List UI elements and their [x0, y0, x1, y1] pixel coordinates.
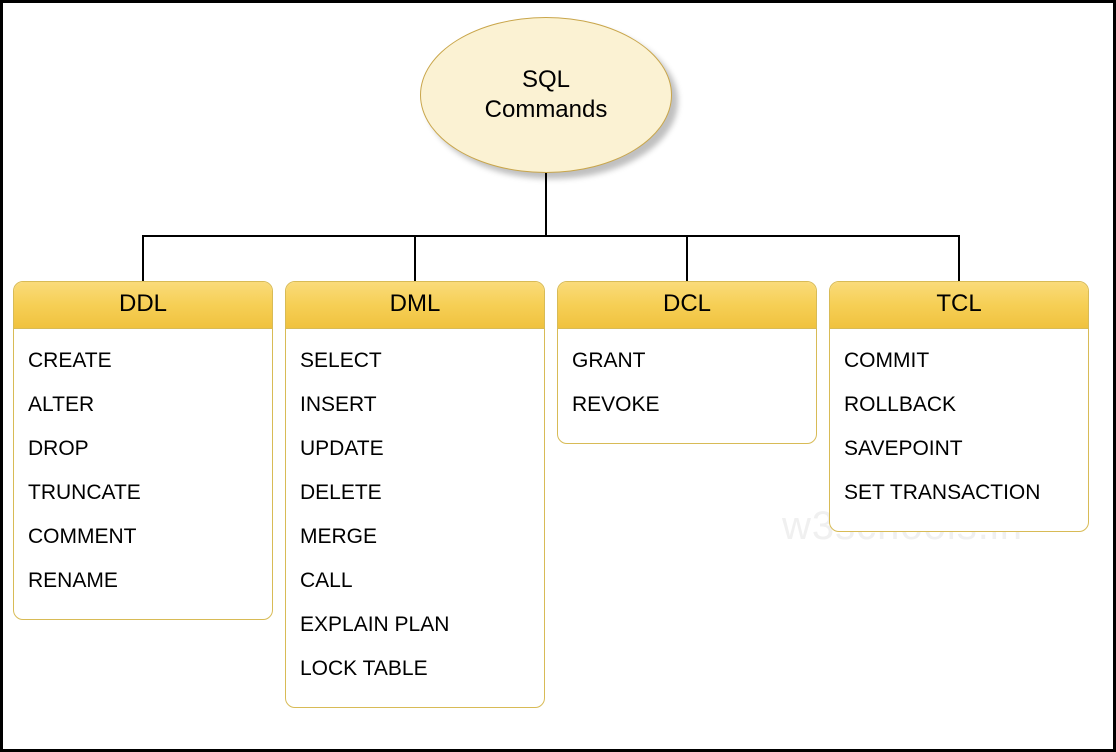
diagram-canvas: w3schools.in SQL Commands DDLCREATEALTER… — [0, 0, 1116, 752]
category-box: DCLGRANTREVOKE — [557, 281, 817, 444]
category-item: INSERT — [300, 383, 530, 427]
category-item: EXPLAIN PLAN — [300, 603, 530, 647]
connector-drop — [686, 235, 688, 281]
category-item: ROLLBACK — [844, 383, 1074, 427]
category-item: GRANT — [572, 339, 802, 383]
category-item: MERGE — [300, 515, 530, 559]
category-header: DDL — [14, 282, 272, 329]
connector-drop — [414, 235, 416, 281]
category-item: ALTER — [28, 383, 258, 427]
category-body: SELECTINSERTUPDATEDELETEMERGECALLEXPLAIN… — [286, 329, 544, 707]
category-header: DML — [286, 282, 544, 329]
category-body: GRANTREVOKE — [558, 329, 816, 443]
category-item: COMMENT — [28, 515, 258, 559]
category-item: REVOKE — [572, 383, 802, 427]
connector-drop — [142, 235, 144, 281]
category-item: TRUNCATE — [28, 471, 258, 515]
category-body: COMMITROLLBACKSAVEPOINTSET TRANSACTION — [830, 329, 1088, 531]
connector-hbar — [143, 235, 959, 237]
root-title-line2: Commands — [485, 96, 608, 123]
category-item: CREATE — [28, 339, 258, 383]
category-item: RENAME — [28, 559, 258, 603]
category-box: DDLCREATEALTERDROPTRUNCATECOMMENTRENAME — [13, 281, 273, 620]
category-box: DMLSELECTINSERTUPDATEDELETEMERGECALLEXPL… — [285, 281, 545, 708]
category-header: DCL — [558, 282, 816, 329]
connector-stem — [545, 173, 547, 235]
category-item: SET TRANSACTION — [844, 471, 1074, 515]
category-header: TCL — [830, 282, 1088, 329]
category-item: SAVEPOINT — [844, 427, 1074, 471]
category-box: TCLCOMMITROLLBACKSAVEPOINTSET TRANSACTIO… — [829, 281, 1089, 532]
category-item: DELETE — [300, 471, 530, 515]
category-item: DROP — [28, 427, 258, 471]
category-item: SELECT — [300, 339, 530, 383]
category-item: CALL — [300, 559, 530, 603]
connector-drop — [958, 235, 960, 281]
category-item: LOCK TABLE — [300, 647, 530, 691]
category-body: CREATEALTERDROPTRUNCATECOMMENTRENAME — [14, 329, 272, 619]
category-item: UPDATE — [300, 427, 530, 471]
category-item: COMMIT — [844, 339, 1074, 383]
root-node: SQL Commands — [420, 17, 672, 173]
root-title-line1: SQL — [522, 66, 570, 93]
